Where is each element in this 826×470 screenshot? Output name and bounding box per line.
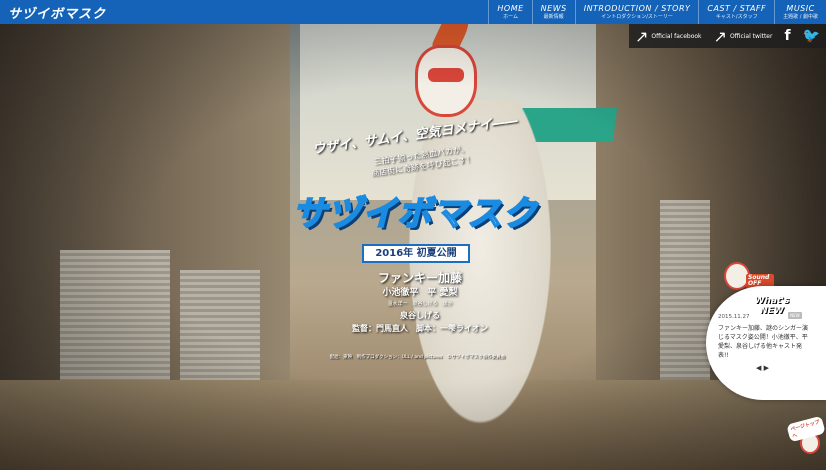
co-cast: 小池徹平 平 愛梨: [382, 288, 458, 298]
movie-title-logo: サヅイボマスク: [292, 193, 538, 235]
director-credit: 監督：門馬直人 脚本：一雫ライオン: [352, 324, 488, 333]
nav-music-sublabel: 主題歌 / 劇中歌: [783, 13, 818, 20]
nav-home[interactable]: HOME ホーム: [488, 0, 531, 24]
nav-home-sublabel: ホーム: [503, 13, 518, 20]
nav-cast-label: CAST / STAFF: [707, 3, 767, 13]
nav-news-sublabel: 最新情報: [543, 13, 564, 20]
hero-background: [0, 0, 826, 470]
nav-music[interactable]: MUSIC 主題歌 / 劇中歌: [774, 0, 826, 24]
nav-cast-sublabel: キャスト/スタッフ: [715, 13, 758, 20]
lead-cast: ファンキー加藤: [377, 271, 462, 285]
official-facebook-link[interactable]: ↗ Official facebook: [629, 24, 708, 48]
nav-intro-label: INTRODUCTION / STORY: [583, 3, 691, 13]
share-icon: ↗: [713, 26, 727, 46]
release-badge: 2016年 初夏公開: [362, 244, 470, 263]
cast-credits: ファンキー加藤 小池徹平 平 愛梨 温水洋一 泉谷しげる ほか 泉谷しげる 監督…: [300, 270, 540, 335]
official-twitter-label: Official twitter: [729, 32, 773, 40]
nav-introduction-story[interactable]: INTRODUCTION / STORY イントロダクション/ストーリー: [574, 0, 699, 24]
official-facebook-label: Official facebook: [651, 32, 702, 40]
special-cast: 泉谷しげる: [400, 311, 440, 320]
news-item-text[interactable]: ファンキー加藤、謎のシンガー演じるマスク姿公開！小池徹平、平愛梨、泉谷しげる他キ…: [718, 324, 810, 360]
social-links: ↗ Official facebook ↗ Official twitter f…: [628, 24, 826, 48]
nav-home-label: HOME: [497, 3, 524, 13]
news-new-badge: NEW: [788, 312, 802, 319]
supporting-cast: 温水洋一 泉谷しげる ほか: [387, 301, 453, 307]
production-credits: 配給：東映 制作プロダクション：ULL / and pictures ©サヅイボ…: [329, 355, 506, 360]
nav-cast-staff[interactable]: CAST / STAFF キャスト/スタッフ: [698, 0, 774, 24]
page-top-button[interactable]: ページトップへ: [786, 412, 826, 458]
main-nav: HOME ホーム NEWS 最新情報 INTRODUCTION / STORY …: [488, 0, 826, 24]
nav-music-label: MUSIC: [786, 3, 815, 13]
news-pagination-arrows[interactable]: ◀ ▶: [756, 364, 769, 372]
top-navigation-bar: サヅイボマスク HOME ホーム NEWS 最新情報 INTRODUCTION …: [0, 0, 826, 24]
vignette-overlay: [0, 0, 826, 470]
official-twitter-link[interactable]: ↗ Official twitter: [708, 24, 779, 48]
nav-news[interactable]: NEWS 最新情報: [531, 0, 575, 24]
nav-news-label: NEWS: [540, 3, 567, 13]
site-logo[interactable]: サヅイボマスク: [0, 3, 200, 22]
facebook-icon[interactable]: f: [778, 28, 796, 44]
nav-intro-sublabel: イントロダクション/ストーリー: [601, 13, 673, 20]
share-icon: ↗: [634, 26, 649, 46]
twitter-icon[interactable]: 🐦: [797, 28, 826, 44]
